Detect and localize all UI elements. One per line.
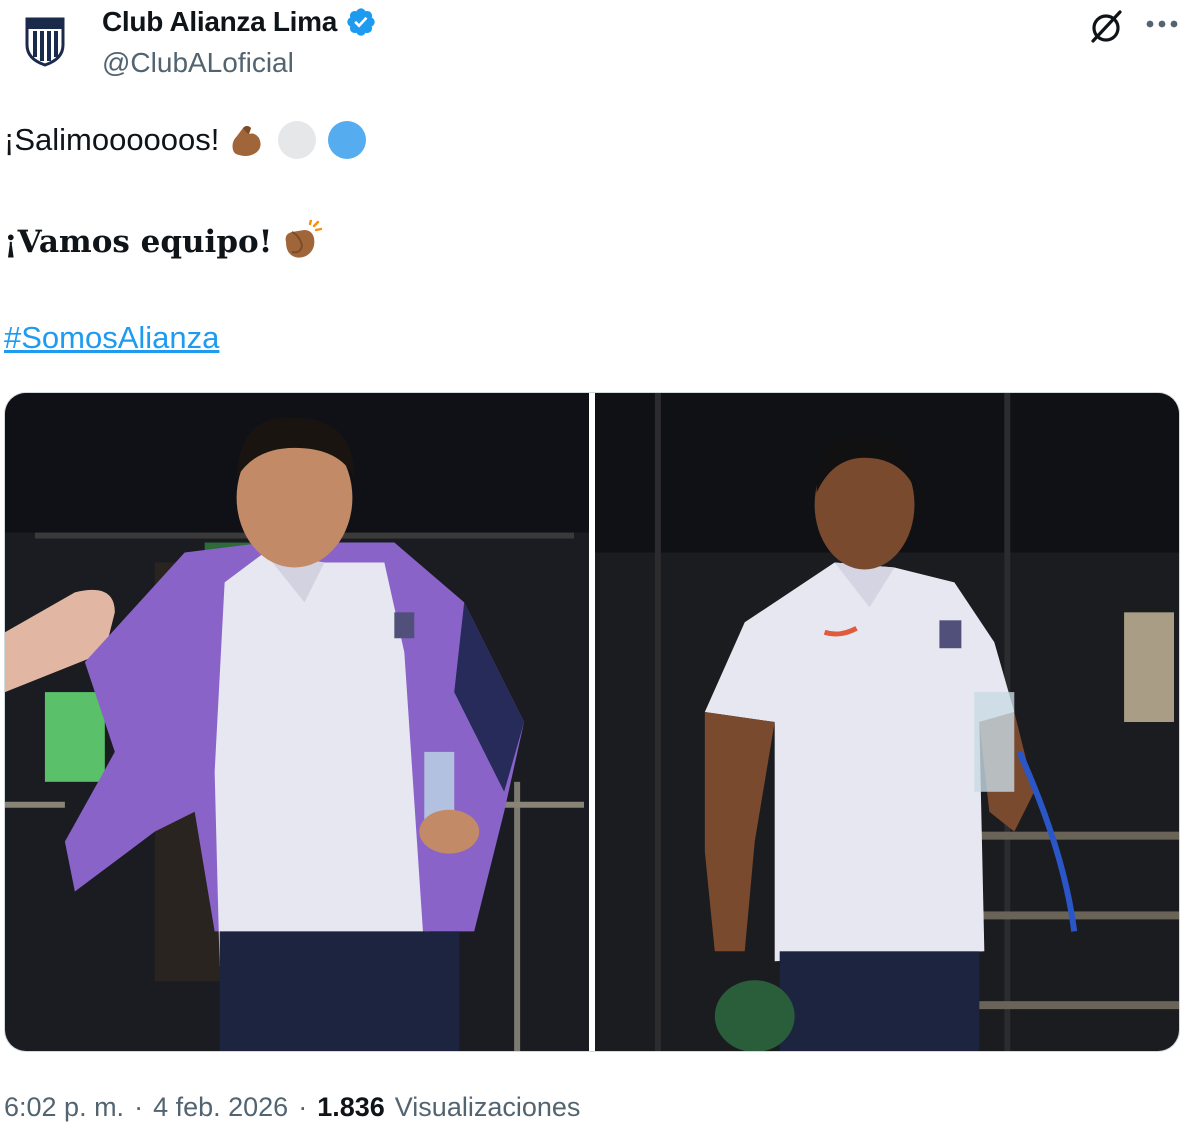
author-display-name[interactable]: Club Alianza Lima <box>102 6 337 38</box>
photo-player-2[interactable] <box>595 393 1179 1051</box>
tweet-text-salimos: ¡Salimoooooos! <box>4 122 220 157</box>
tweet-time[interactable]: 6:02 p. m. <box>4 1092 124 1123</box>
views-count: 1.836 <box>317 1092 385 1122</box>
tweet-date[interactable]: 4 feb. 2026 <box>153 1092 288 1123</box>
meta-separator: · <box>134 1092 144 1122</box>
author-name-row: Club Alianza Lima <box>102 6 377 38</box>
photo-player-1[interactable] <box>5 393 589 1051</box>
tweet-text-line-1: ¡Salimoooooos! <box>4 118 369 162</box>
avatar[interactable] <box>14 10 76 72</box>
verified-badge-icon <box>345 6 377 38</box>
blue-circle-icon <box>325 118 369 162</box>
author-handle[interactable]: @ClubALoficial <box>102 47 294 79</box>
grok-icon[interactable] <box>1086 6 1126 46</box>
tweet: Club Alianza Lima @ClubALoficial ¡Salimo… <box>0 0 1200 1129</box>
meta-separator-2: · <box>298 1092 308 1122</box>
clapping-hands-icon <box>278 220 323 264</box>
hashtag-link[interactable]: #SomosAlianza <box>4 320 219 356</box>
flexed-biceps-icon <box>225 118 269 162</box>
white-circle-icon <box>275 118 319 162</box>
media-grid <box>4 392 1180 1052</box>
views-label: Visualizaciones <box>394 1092 581 1122</box>
tweet-text-vamos-equipo: ¡Vamos equipo! <box>4 224 273 260</box>
tweet-meta: 6:02 p. m. · 4 feb. 2026 · 1.836 Visuali… <box>4 1092 580 1123</box>
tweet-text-line-2: ¡Vamos equipo! <box>4 220 323 264</box>
club-crest-icon <box>25 17 65 67</box>
more-options-icon[interactable] <box>1140 6 1184 42</box>
